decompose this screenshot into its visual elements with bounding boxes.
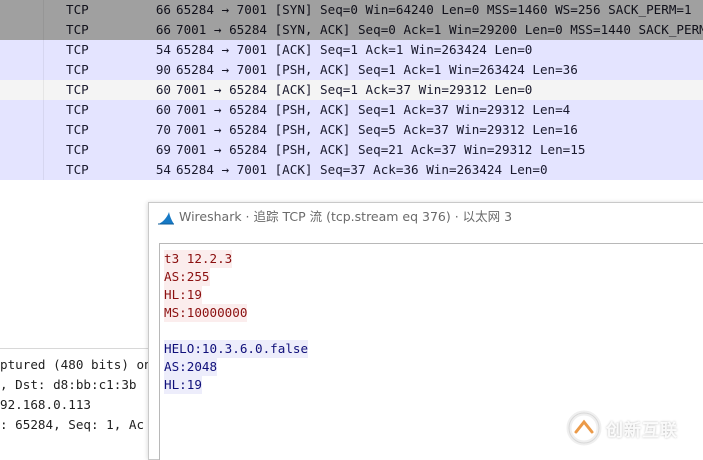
dialog-title: Wireshark · 追踪 TCP 流 (tcp.stream eq 376)… <box>179 209 513 224</box>
row-number-cell <box>0 160 44 180</box>
row-number-cell <box>0 100 44 120</box>
packet-row[interactable]: TCP 66 65284 → 7001 [SYN] Seq=0 Win=6424… <box>0 0 703 20</box>
info-cell: 7001 → 65284 [SYN, ACK] Seq=0 Ack=1 Win=… <box>176 22 703 37</box>
length-cell: 60 <box>155 82 171 97</box>
length-cell: 69 <box>155 142 171 157</box>
packet-row[interactable]: TCP 54 65284 → 7001 [ACK] Seq=1 Ack=1 Wi… <box>0 40 703 60</box>
row-number-cell <box>0 40 44 60</box>
watermark-text: 创新互联 <box>606 421 678 441</box>
protocol-cell: TCP <box>66 62 89 77</box>
protocol-cell: TCP <box>66 122 89 137</box>
info-cell: 65284 → 7001 [ACK] Seq=1 Ack=1 Win=26342… <box>176 42 533 57</box>
info-cell: 7001 → 65284 [ACK] Seq=1 Ack=37 Win=2931… <box>176 82 533 97</box>
length-cell: 90 <box>155 62 171 77</box>
protocol-cell: TCP <box>66 2 89 17</box>
packet-row[interactable]: TCP 66 7001 → 65284 [SYN, ACK] Seq=0 Ack… <box>0 20 703 40</box>
row-number-cell <box>0 120 44 140</box>
protocol-cell: TCP <box>66 42 89 57</box>
length-cell: 54 <box>155 162 171 177</box>
row-number-cell <box>0 20 44 40</box>
protocol-cell: TCP <box>66 22 89 37</box>
info-cell: 7001 → 65284 [PSH, ACK] Seq=1 Ack=37 Win… <box>176 102 571 117</box>
client-line: HL:19 <box>164 286 202 304</box>
packet-row[interactable]: TCP 60 7001 → 65284 [PSH, ACK] Seq=1 Ack… <box>0 100 703 120</box>
protocol-cell: TCP <box>66 82 89 97</box>
protocol-cell: TCP <box>66 142 89 157</box>
watermark: 创新互联 <box>566 408 702 448</box>
info-cell: 65284 → 7001 [SYN] Seq=0 Win=64240 Len=0… <box>176 2 692 17</box>
details-line-ethernet[interactable]: , Dst: d8:bb:c1:3b <box>0 375 160 395</box>
packet-list: TCP 66 65284 → 7001 [SYN] Seq=0 Win=6424… <box>0 0 703 184</box>
details-line-ip[interactable]: 92.168.0.113 <box>0 395 160 415</box>
packet-details-pane: ptured (480 bits) on , Dst: d8:bb:c1:3b … <box>0 348 160 459</box>
row-number-cell <box>0 80 44 100</box>
dialog-titlebar[interactable]: Wireshark · 追踪 TCP 流 (tcp.stream eq 376)… <box>149 203 703 231</box>
watermark-logo-icon <box>566 410 602 446</box>
packet-row[interactable]: TCP 69 7001 → 65284 [PSH, ACK] Seq=21 Ac… <box>0 140 703 160</box>
row-number-cell <box>0 60 44 80</box>
packet-row[interactable]: TCP 70 7001 → 65284 [PSH, ACK] Seq=5 Ack… <box>0 120 703 140</box>
length-cell: 66 <box>155 2 171 17</box>
info-cell: 65284 → 7001 [PSH, ACK] Seq=1 Ack=1 Win=… <box>176 62 578 77</box>
server-line: AS:2048 <box>164 358 218 376</box>
server-line: HL:19 <box>164 376 202 394</box>
details-line-tcp[interactable]: : 65284, Seq: 1, Ac <box>0 415 160 435</box>
info-cell: 7001 → 65284 [PSH, ACK] Seq=21 Ack=37 Wi… <box>176 142 586 157</box>
server-line: HELO:10.3.6.0.false <box>164 340 309 358</box>
info-cell: 7001 → 65284 [PSH, ACK] Seq=5 Ack=37 Win… <box>176 122 578 137</box>
length-cell: 60 <box>155 102 171 117</box>
client-line: MS:10000000 <box>164 304 248 322</box>
protocol-cell: TCP <box>66 162 89 177</box>
details-line-frame[interactable]: ptured (480 bits) on <box>0 355 160 375</box>
client-line: AS:255 <box>164 268 210 286</box>
packet-row[interactable]: TCP 60 7001 → 65284 [ACK] Seq=1 Ack=37 W… <box>0 80 703 100</box>
length-cell: 54 <box>155 42 171 57</box>
wireshark-fin-icon <box>157 210 175 225</box>
packet-row[interactable]: TCP 90 65284 → 7001 [PSH, ACK] Seq=1 Ack… <box>0 60 703 80</box>
protocol-cell: TCP <box>66 102 89 117</box>
packet-row[interactable]: TCP 54 65284 → 7001 [ACK] Seq=37 Ack=36 … <box>0 160 703 180</box>
row-number-cell <box>0 0 44 20</box>
client-line: t3 12.2.3 <box>164 250 233 268</box>
length-cell: 66 <box>155 22 171 37</box>
row-number-cell <box>0 140 44 160</box>
length-cell: 70 <box>155 122 171 137</box>
info-cell: 65284 → 7001 [ACK] Seq=37 Ack=36 Win=263… <box>176 162 548 177</box>
